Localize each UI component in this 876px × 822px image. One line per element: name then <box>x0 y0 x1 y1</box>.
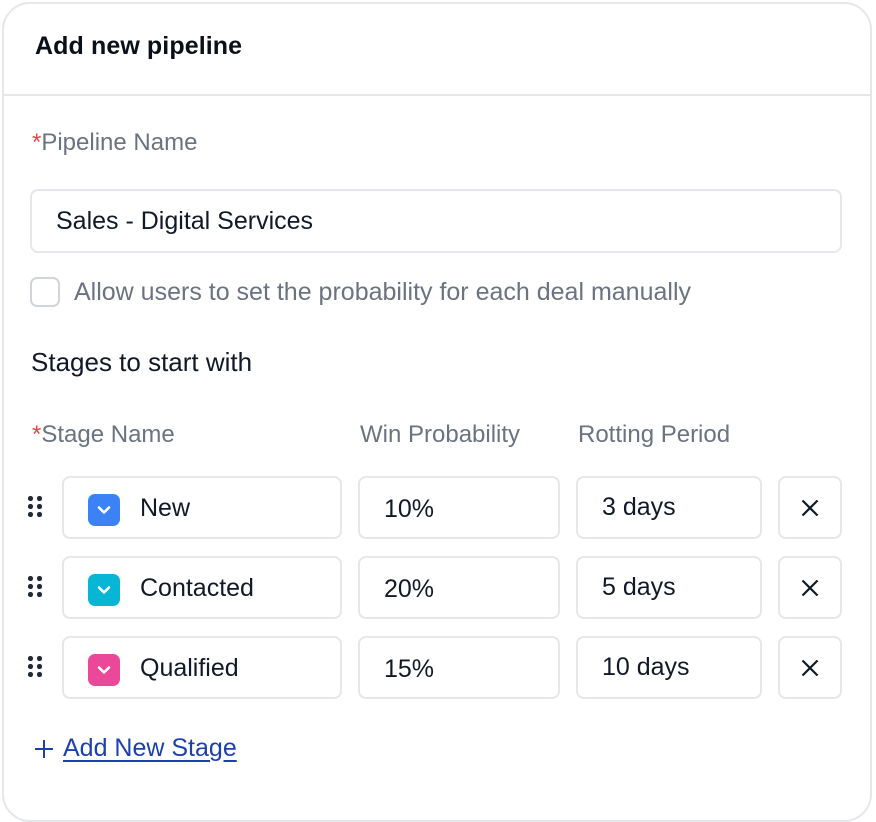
rotting-period-input[interactable]: 5 days <box>576 556 762 619</box>
stage-name-select[interactable]: Qualified <box>62 636 342 699</box>
close-icon <box>801 499 819 516</box>
pipeline-name-label: *Pipeline Name <box>32 129 197 157</box>
stage-name-text: New <box>140 494 191 522</box>
drag-handle-icon[interactable] <box>28 576 42 598</box>
stage-name-text: Qualified <box>140 654 239 682</box>
required-marker: * <box>32 129 42 156</box>
stage-name-column-header: *Stage Name <box>32 421 175 449</box>
pipeline-name-input[interactable]: Sales - Digital Services <box>30 189 842 253</box>
stage-name-header-text: Stage Name <box>41 421 175 448</box>
stage-name-select[interactable]: New <box>62 476 342 539</box>
pipeline-name-label-text: Pipeline Name <box>41 129 198 156</box>
plus-icon <box>35 739 53 758</box>
panel-title: Add new pipeline <box>35 32 243 60</box>
manual-probability-option[interactable]: Allow users to set the probability for e… <box>30 274 691 310</box>
manual-probability-label: Allow users to set the probability for e… <box>74 277 691 306</box>
stage-color-picker[interactable] <box>88 654 120 686</box>
drag-handle-icon[interactable] <box>28 656 42 678</box>
win-probability-input[interactable]: 15% <box>358 636 560 699</box>
stage-color-picker[interactable] <box>88 494 120 526</box>
rotting-period-column-header: Rotting Period <box>578 421 731 448</box>
win-probability-input[interactable]: 10% <box>358 476 560 539</box>
add-new-stage-link[interactable]: Add New Stage <box>34 734 237 763</box>
rotting-period-input[interactable]: 10 days <box>576 636 762 699</box>
required-marker: * <box>32 421 42 448</box>
chevron-down-icon <box>97 506 111 514</box>
chevron-down-icon <box>97 586 111 594</box>
remove-stage-button[interactable] <box>778 636 842 699</box>
remove-stage-button[interactable] <box>778 476 842 539</box>
stages-section-title: Stages to start with <box>31 347 253 377</box>
close-icon <box>801 659 819 676</box>
panel-header: Add new pipeline <box>4 4 870 96</box>
win-probability-input[interactable]: 20% <box>358 556 560 619</box>
rotting-period-input[interactable]: 3 days <box>576 476 762 539</box>
drag-handle-icon[interactable] <box>28 496 42 518</box>
remove-stage-button[interactable] <box>778 556 842 619</box>
stage-color-picker[interactable] <box>88 574 120 606</box>
close-icon <box>801 579 819 596</box>
manual-probability-checkbox[interactable] <box>30 277 60 307</box>
stage-name-select[interactable]: Contacted <box>62 556 342 619</box>
chevron-down-icon <box>97 666 111 674</box>
add-new-stage-label[interactable]: Add New Stage <box>63 734 237 763</box>
add-pipeline-panel: Add new pipeline <box>2 2 872 822</box>
stage-name-text: Contacted <box>140 574 254 602</box>
win-probability-column-header: Win Probability <box>360 421 521 448</box>
